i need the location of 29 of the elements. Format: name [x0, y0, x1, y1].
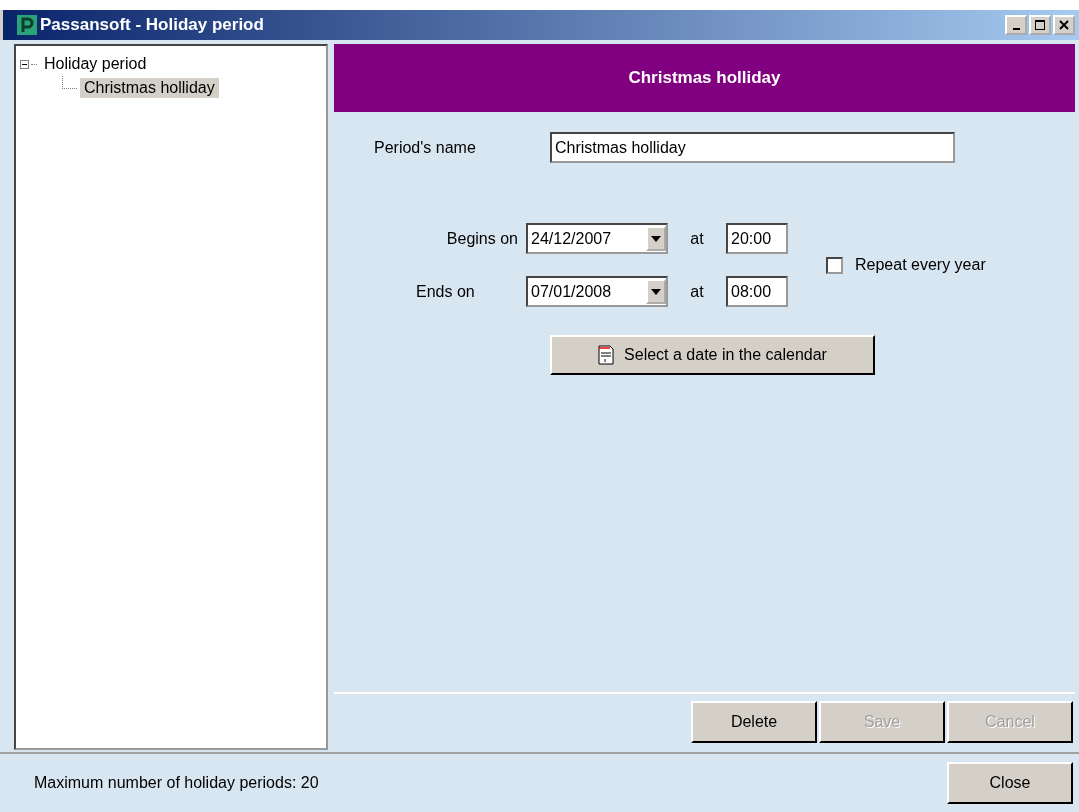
- close-dialog-button[interactable]: Close: [947, 762, 1073, 804]
- app-logo-icon: [17, 15, 37, 35]
- tree-item[interactable]: Holiday period: [40, 54, 151, 74]
- date-dropdown[interactable]: 24/12/2007: [526, 223, 668, 254]
- maximize-button[interactable]: [1029, 15, 1051, 35]
- checkbox-label: Repeat every year: [855, 256, 986, 274]
- calendar-button[interactable]: Select a date in the calendar: [550, 335, 875, 375]
- maximize-icon: [1034, 19, 1046, 31]
- checkbox[interactable]: [826, 256, 843, 274]
- time-field[interactable]: 08:00: [726, 276, 788, 307]
- name-field[interactable]: Christmas holliday: [550, 132, 955, 163]
- date-dropdown[interactable]: 07/01/2008: [526, 276, 668, 307]
- minimize-icon: [1012, 28, 1020, 30]
- window-title: Passansoft - Holiday period: [40, 15, 265, 35]
- header-title: Christmas holliday: [628, 68, 781, 88]
- action-button[interactable]: Delete: [691, 701, 817, 743]
- field-label: Period's name: [374, 138, 477, 157]
- field-label: Ends on: [415, 282, 476, 301]
- close-button[interactable]: [1053, 15, 1075, 35]
- minimize-button[interactable]: [1005, 15, 1027, 35]
- close-icon: [1058, 19, 1070, 31]
- collapse-icon[interactable]: [20, 59, 29, 69]
- field-label: Begins on: [445, 229, 519, 248]
- time-field[interactable]: 20:00: [726, 223, 788, 254]
- tree-item[interactable]: Christmas holliday: [80, 78, 219, 98]
- calendar-icon: [598, 345, 615, 365]
- at-label: at: [689, 229, 705, 248]
- status-text: Maximum number of holiday periods: 20: [34, 774, 319, 792]
- at-label: at: [689, 282, 705, 301]
